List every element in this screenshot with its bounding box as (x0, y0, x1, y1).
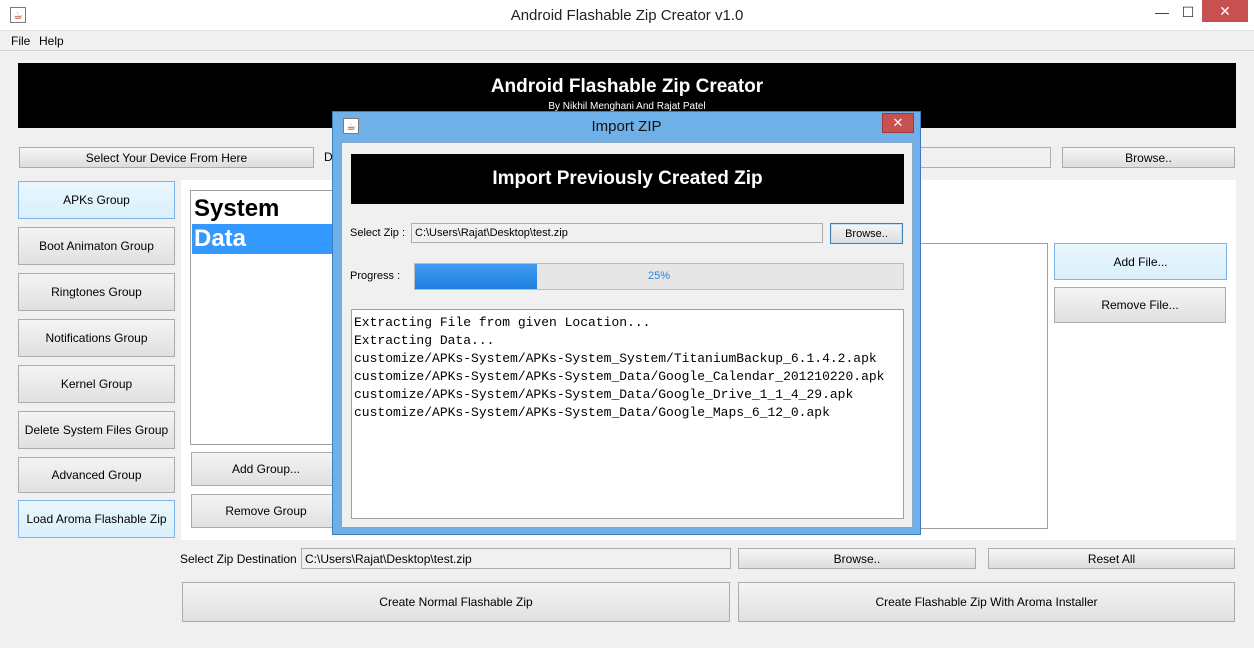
select-device-button[interactable]: Select Your Device From Here (19, 147, 314, 168)
advanced-group-button[interactable]: Advanced Group (18, 457, 175, 493)
remove-group-button[interactable]: Remove Group (191, 494, 341, 528)
dialog-title: Import ZIP (591, 118, 662, 135)
extraction-log[interactable]: Extracting File from given Location... Ex… (351, 309, 904, 519)
notifications-group-button[interactable]: Notifications Group (18, 319, 175, 357)
import-progress-bar: 25% (414, 263, 904, 290)
progress-percent: 25% (647, 270, 671, 282)
banner-title: Android Flashable Zip Creator (490, 76, 764, 97)
create-normal-zip-button[interactable]: Create Normal Flashable Zip (182, 582, 730, 622)
file-list[interactable] (918, 243, 1048, 529)
destination-browse-button[interactable]: Browse.. (738, 548, 976, 569)
dialog-body: Import Previously Created Zip Select Zip… (341, 142, 913, 528)
device-browse-button[interactable]: Browse.. (1062, 147, 1235, 168)
group-list[interactable]: System Data (190, 190, 340, 445)
group-list-item-data[interactable]: Data (192, 224, 338, 254)
device-path-field[interactable] (920, 147, 1051, 168)
select-zip-label: Select Zip : (350, 227, 406, 239)
log-line: customize/APKs-System/APKs-System_Data/G… (354, 369, 885, 384)
progress-label: Progress : (350, 270, 401, 282)
add-group-button[interactable]: Add Group... (191, 452, 341, 486)
maximize-icon[interactable]: ☐ (1176, 0, 1200, 24)
dialog-title-bar: ☕ Import ZIP ✕ (333, 112, 920, 140)
title-bar: ☕ Android Flashable Zip Creator v1.0 — ☐… (0, 0, 1254, 31)
remove-file-button[interactable]: Remove File... (1054, 287, 1226, 323)
load-aroma-zip-button[interactable]: Load Aroma Flashable Zip (18, 500, 175, 538)
kernel-group-button[interactable]: Kernel Group (18, 365, 175, 403)
log-line: customize/APKs-System/APKs-System_Data/G… (354, 405, 830, 420)
add-file-button[interactable]: Add File... (1054, 243, 1227, 280)
group-list-item-system[interactable]: System (192, 194, 338, 224)
delete-system-files-group-button[interactable]: Delete System Files Group (18, 411, 175, 449)
dialog-close-icon[interactable]: ✕ (882, 113, 914, 133)
destination-label: Select Zip Destination : (180, 552, 304, 566)
destination-field[interactable]: C:\Users\Rajat\Desktop\test.zip (301, 548, 731, 569)
menu-help[interactable]: Help (39, 34, 64, 48)
dialog-header: Import Previously Created Zip (351, 154, 904, 204)
reset-all-button[interactable]: Reset All (988, 548, 1235, 569)
select-zip-field[interactable]: C:\Users\Rajat\Desktop\test.zip (411, 223, 823, 243)
log-line: Extracting Data... (354, 333, 495, 348)
menu-bar: File Help (0, 31, 1254, 51)
ringtones-group-button[interactable]: Ringtones Group (18, 273, 175, 311)
log-line: Extracting File from given Location... (354, 315, 651, 330)
log-line: customize/APKs-System/APKs-System_Data/G… (354, 387, 854, 402)
minimize-icon[interactable]: — (1150, 0, 1174, 24)
menu-file[interactable]: File (11, 34, 30, 48)
import-zip-dialog: ☕ Import ZIP ✕ Import Previously Created… (332, 111, 921, 535)
window-title: Android Flashable Zip Creator v1.0 (510, 7, 744, 24)
close-icon[interactable]: ✕ (1202, 0, 1248, 22)
log-line: customize/APKs-System/APKs-System_System… (354, 351, 877, 366)
boot-animation-group-button[interactable]: Boot Animaton Group (18, 227, 175, 265)
apks-group-button[interactable]: APKs Group (18, 181, 175, 219)
create-aroma-zip-button[interactable]: Create Flashable Zip With Aroma Installe… (738, 582, 1235, 622)
select-zip-browse-button[interactable]: Browse.. (830, 223, 903, 244)
